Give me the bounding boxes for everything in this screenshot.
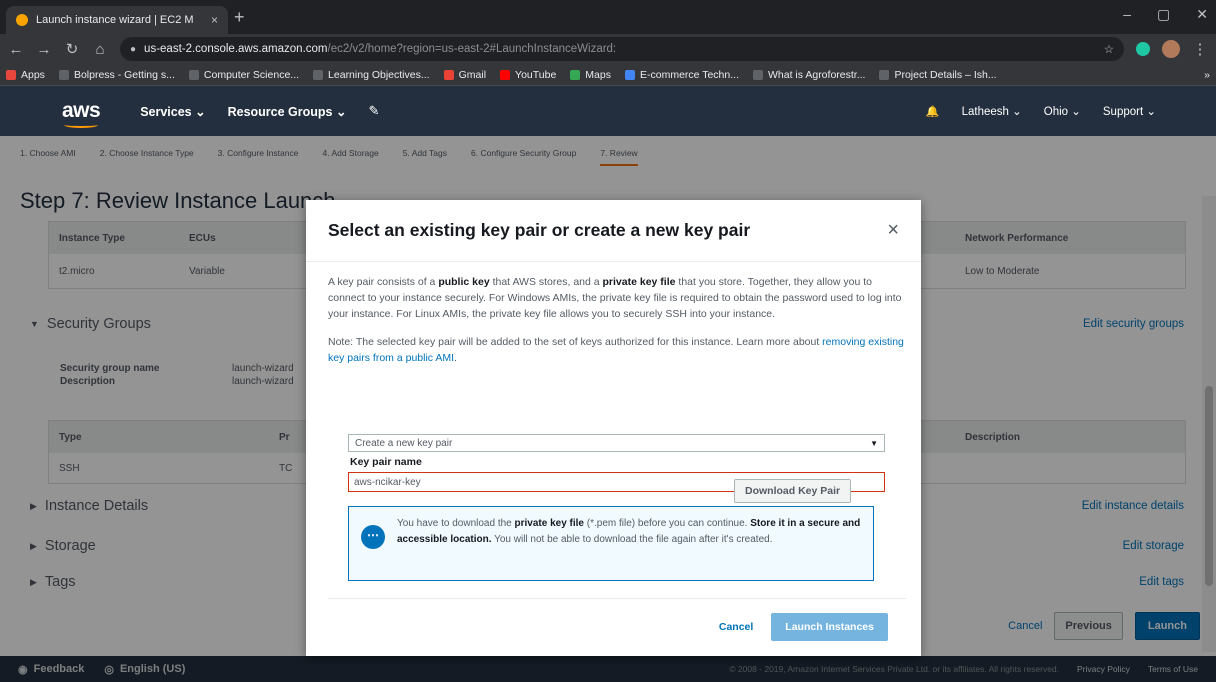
home-icon[interactable]: ⌂ bbox=[92, 41, 108, 58]
resource-groups-menu[interactable]: Resource Groups ⌄ bbox=[228, 104, 347, 119]
reload-icon[interactable]: ↻ bbox=[64, 40, 80, 58]
url-path: /ec2/v2/home?region=us-east-2#LaunchInst… bbox=[327, 43, 617, 55]
tab-close-icon[interactable]: × bbox=[211, 13, 218, 27]
bookmark-label: Maps bbox=[585, 68, 611, 81]
bookmark-item[interactable]: Project Details – Ish... bbox=[879, 68, 997, 81]
dialog-header: Select an existing key pair or create a … bbox=[306, 200, 921, 262]
key-pair-note: Note: The selected key pair will be adde… bbox=[328, 336, 904, 364]
bookmark-favicon-icon bbox=[570, 69, 581, 80]
key-pair-explanation: A key pair consists of a public key that… bbox=[328, 276, 902, 320]
bookmark-favicon-icon bbox=[188, 69, 199, 80]
dialog-title: Select an existing key pair or create a … bbox=[328, 220, 751, 240]
bookmark-label: Apps bbox=[21, 68, 45, 81]
bookmark-star-icon[interactable]: ☆ bbox=[1104, 42, 1114, 56]
aws-favicon-icon bbox=[16, 14, 28, 26]
dialog-cancel-button[interactable]: Cancel bbox=[719, 621, 753, 633]
aws-top-nav: aws Services ⌄ Resource Groups ⌄ ✎ 🔔 Lat… bbox=[0, 86, 1216, 136]
bookmark-item[interactable]: YouTube bbox=[500, 69, 556, 81]
browser-menu-icon[interactable]: ⋮ bbox=[1192, 40, 1208, 58]
launch-instances-button[interactable]: Launch Instances bbox=[771, 612, 888, 641]
close-icon[interactable]: × bbox=[887, 219, 899, 242]
bookmark-item[interactable]: E-commerce Techn... bbox=[624, 68, 739, 81]
account-menu[interactable]: Latheesh ⌄ bbox=[962, 104, 1022, 118]
bookmark-favicon-icon bbox=[753, 69, 763, 80]
window-controls: – ▢ ✕ bbox=[1123, 6, 1208, 23]
lock-icon: ● bbox=[130, 43, 137, 55]
bookmark-favicon-icon bbox=[624, 69, 635, 80]
bookmark-favicon-icon bbox=[58, 69, 69, 80]
profile-avatar[interactable] bbox=[1162, 40, 1180, 58]
bookmark-item[interactable]: Maps bbox=[570, 69, 611, 81]
key-pair-dialog: Select an existing key pair or create a … bbox=[306, 200, 921, 656]
bookmarks-bar: Apps Bolpress - Getting s... Computer Scie… bbox=[0, 64, 1216, 86]
region-menu[interactable]: Ohio ⌄ bbox=[1044, 104, 1081, 118]
bookmark-favicon-icon bbox=[500, 69, 511, 80]
aws-logo[interactable]: aws bbox=[62, 99, 101, 128]
dialog-footer: Cancel Launch Instances bbox=[328, 598, 906, 654]
support-menu[interactable]: Support ⌄ bbox=[1103, 104, 1156, 118]
window-close-icon[interactable]: ✕ bbox=[1196, 6, 1208, 23]
services-menu[interactable]: Services ⌄ bbox=[140, 104, 205, 119]
minimize-icon[interactable]: – bbox=[1123, 6, 1131, 23]
key-pair-name-label: Key pair name bbox=[350, 456, 422, 468]
chat-info-icon: ⋯ bbox=[361, 525, 385, 549]
bookmark-label: Gmail bbox=[458, 68, 487, 81]
notifications-bell-icon[interactable]: 🔔 bbox=[926, 105, 940, 118]
bookmark-item[interactable]: Learning Objectives... bbox=[313, 69, 430, 81]
bookmark-item[interactable]: Computer Science... bbox=[188, 68, 300, 81]
browser-toolbar: ← → ↻ ⌂ ● us-east-2.console.aws.amazon.c… bbox=[0, 34, 1216, 64]
bookmark-label: YouTube bbox=[515, 68, 557, 81]
pin-icon[interactable]: ✎ bbox=[368, 103, 379, 119]
bookmark-favicon-icon bbox=[443, 69, 454, 80]
forward-icon[interactable]: → bbox=[36, 41, 52, 58]
download-key-pair-button[interactable]: Download Key Pair bbox=[734, 479, 852, 503]
aws-logo-text: aws bbox=[62, 99, 101, 122]
url-host: us-east-2.console.aws.amazon.com bbox=[144, 43, 328, 55]
bookmark-favicon-icon bbox=[879, 69, 890, 80]
browser-tab[interactable]: Launch instance wizard | EC2 M × bbox=[6, 6, 228, 34]
bookmark-item[interactable]: Gmail bbox=[443, 68, 487, 81]
dialog-body: A key pair consists of a public key that… bbox=[328, 274, 908, 366]
more-bookmarks-icon[interactable]: » bbox=[1204, 69, 1210, 81]
bookmark-favicon-icon bbox=[313, 69, 324, 80]
bookmark-label: Project Details – Ish... bbox=[894, 68, 997, 81]
back-icon[interactable]: ← bbox=[8, 41, 24, 58]
download-warning-box: ⋯ You have to download the private key f… bbox=[348, 506, 874, 581]
browser-tab-strip: Launch instance wizard | EC2 M × + – ▢ ✕ bbox=[0, 0, 1216, 34]
bookmark-label: Computer Science... bbox=[203, 68, 300, 81]
address-bar[interactable]: ● us-east-2.console.aws.amazon.com/ec2/v… bbox=[120, 37, 1124, 61]
new-tab-button[interactable]: + bbox=[234, 8, 245, 26]
bookmark-item[interactable]: What is Agroforestr... bbox=[753, 69, 865, 81]
bookmark-item[interactable]: Apps bbox=[6, 69, 45, 81]
bookmark-favicon-icon bbox=[6, 69, 16, 80]
extension-icon[interactable] bbox=[1136, 42, 1150, 56]
maximize-icon[interactable]: ▢ bbox=[1157, 6, 1170, 23]
key-pair-option-select[interactable]: Create a new key pair ▼ bbox=[348, 434, 885, 452]
bookmark-item[interactable]: Bolpress - Getting s... bbox=[58, 68, 175, 81]
bookmark-label: What is Agroforestr... bbox=[768, 68, 866, 81]
tab-title: Launch instance wizard | EC2 M bbox=[36, 14, 194, 26]
chevron-down-icon: ▼ bbox=[870, 438, 878, 448]
bookmark-label: Bolpress - Getting s... bbox=[73, 68, 175, 81]
select-value: Create a new key pair bbox=[355, 437, 453, 449]
bookmark-label: E-commerce Techn... bbox=[639, 68, 739, 81]
bookmark-label: Learning Objectives... bbox=[328, 68, 430, 81]
